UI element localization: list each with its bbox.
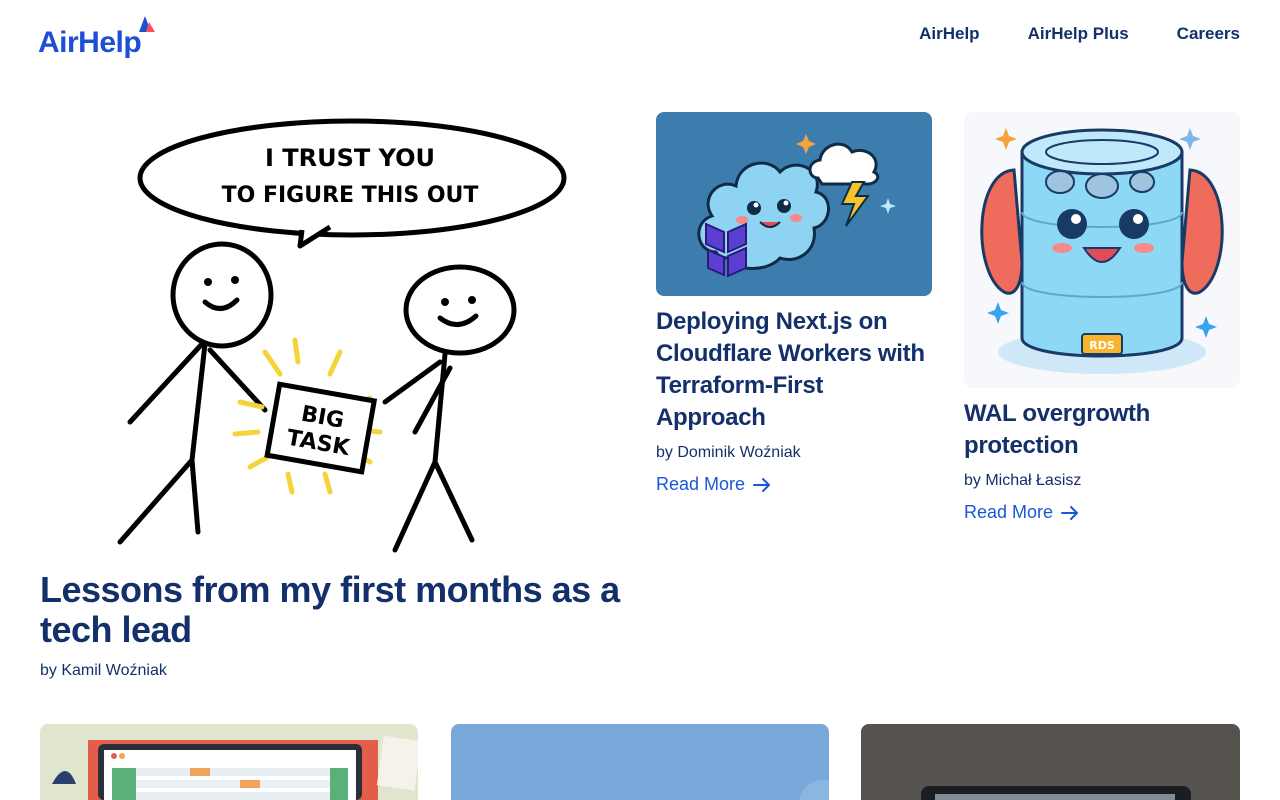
dark-sign-photo xyxy=(861,724,1240,800)
article-title[interactable]: Deploying Next.js on Cloudflare Workers … xyxy=(656,306,932,434)
logo-wordmark: AirHelp xyxy=(38,26,142,59)
article-thumbnail-bottom-2[interactable] xyxy=(451,724,829,800)
rds-label: RDS xyxy=(1089,339,1115,352)
featured-article-author: by Kamil Woźniak xyxy=(40,662,167,679)
featured-article-image[interactable]: I TRUST YOU TO FIGURE THIS OUT BIG TASK xyxy=(40,112,624,560)
article-card-nextjs: Deploying Next.js on Cloudflare Workers … xyxy=(656,112,932,495)
article-thumbnail-bottom-3[interactable] xyxy=(861,724,1240,800)
featured-article-title[interactable]: Lessons from my first months as a tech l… xyxy=(40,570,630,650)
cloud-mascot-illustration xyxy=(656,112,932,296)
arrow-right-icon xyxy=(1061,505,1079,520)
stick-figures-illustration: I TRUST YOU TO FIGURE THIS OUT BIG TASK xyxy=(117,118,567,553)
article-thumbnail[interactable] xyxy=(656,112,932,296)
article-thumbnail-bottom-1[interactable] xyxy=(40,724,418,800)
nav-link-airhelp[interactable]: AirHelp xyxy=(919,24,979,44)
spreadsheet-illustration xyxy=(40,724,418,800)
article-thumbnail[interactable]: RDS xyxy=(964,112,1240,388)
nav-link-careers[interactable]: Careers xyxy=(1177,24,1240,44)
blue-sky-image xyxy=(451,724,829,800)
article-author: by Michał Łasisz xyxy=(964,472,1082,489)
bubble-text-line2: TO FIGURE THIS OUT xyxy=(222,183,479,208)
logo-mark-icon xyxy=(139,16,155,32)
rds-mascot-illustration: RDS xyxy=(964,112,1240,388)
nav-link-airhelp-plus[interactable]: AirHelp Plus xyxy=(1028,24,1129,44)
read-more-link[interactable]: Read More xyxy=(656,474,932,495)
article-author: by Dominik Woźniak xyxy=(656,444,801,461)
bubble-text-line1: I TRUST YOU xyxy=(265,144,435,172)
airhelp-logo[interactable]: AirHelp xyxy=(38,14,155,59)
article-title[interactable]: WAL overgrowth protection xyxy=(964,398,1240,462)
top-nav: AirHelp AirHelp Plus Careers xyxy=(919,24,1240,44)
read-more-label: Read More xyxy=(656,474,746,494)
read-more-link[interactable]: Read More xyxy=(964,502,1240,523)
read-more-label: Read More xyxy=(964,502,1054,522)
article-card-wal: RDS WAL overgrowth protection by Michał … xyxy=(964,112,1240,523)
arrow-right-icon xyxy=(753,477,771,492)
